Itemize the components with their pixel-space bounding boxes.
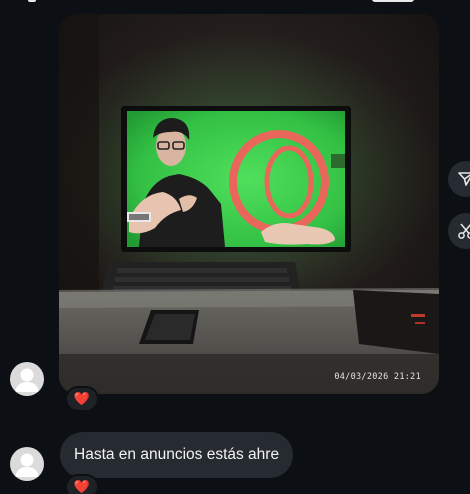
sender-avatar[interactable]: [10, 362, 44, 396]
heart-icon: ❤️: [73, 391, 91, 406]
chat-screen: 04/03/2026 21:21 ❤️ Hasta en anuncios es…: [0, 0, 470, 494]
message-text: Hasta en anuncios estás ahre: [74, 446, 280, 463]
text-message-bubble[interactable]: Hasta en anuncios estás ahre: [60, 432, 294, 478]
photo-timestamp: 04/03/2026 21:21: [334, 372, 421, 382]
top-bar-button-fragment[interactable]: [372, 0, 414, 2]
photo-image: [59, 14, 439, 394]
default-avatar-icon: [15, 368, 39, 392]
cut-button[interactable]: [448, 213, 470, 249]
reaction-heart[interactable]: ❤️: [65, 386, 99, 412]
send-icon: [458, 172, 470, 186]
sender-avatar[interactable]: [10, 447, 44, 481]
scissors-icon: [458, 223, 470, 239]
reaction-heart[interactable]: ❤️: [65, 474, 99, 494]
heart-icon: ❤️: [73, 479, 91, 494]
share-button[interactable]: [448, 161, 470, 197]
default-avatar-icon: [15, 453, 39, 477]
photo-message[interactable]: 04/03/2026 21:21: [59, 14, 439, 394]
top-bar-fragment: [28, 0, 36, 2]
